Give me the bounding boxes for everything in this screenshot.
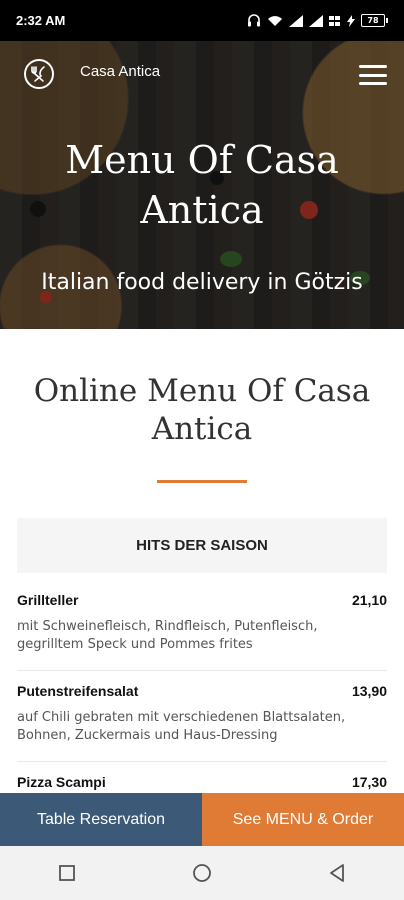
signal-icon — [289, 14, 303, 27]
hero-banner: Casa Antica Menu Of Casa Antica Italian … — [0, 41, 404, 329]
menu-item[interactable]: Putenstreifensalat 13,90 auf Chili gebra… — [17, 671, 387, 762]
accent-divider — [157, 480, 247, 483]
lte-icon — [329, 15, 340, 26]
top-nav: Casa Antica — [0, 41, 404, 107]
hamburger-menu-icon[interactable] — [359, 65, 387, 85]
status-bar: 2:32 AM 78 — [0, 0, 404, 41]
fork-knife-icon — [31, 66, 45, 82]
battery-level: 78 — [361, 14, 385, 27]
hero-subtitle: Italian food delivery in Götzis — [41, 270, 363, 295]
item-price: 13,90 — [351, 683, 387, 699]
item-price: 17,30 — [351, 774, 387, 790]
status-icons: 78 — [247, 14, 388, 27]
item-description: auf Chili gebraten mit verschiedenen Bla… — [17, 710, 346, 743]
item-name: Grillteller — [17, 592, 79, 608]
restaurant-logo-icon[interactable] — [24, 59, 54, 89]
category-label: HITS DER SAISON — [136, 537, 268, 554]
signal-icon — [309, 14, 323, 27]
headphones-icon — [248, 14, 260, 27]
hero-title: Menu Of Casa Antica — [65, 138, 339, 232]
category-header[interactable]: HITS DER SAISON — [17, 518, 387, 573]
battery-icon: 78 — [361, 14, 388, 27]
nav-back-icon[interactable] — [307, 853, 367, 893]
nav-home-icon[interactable] — [172, 853, 232, 893]
bottom-action-bar: Table Reservation See MENU & Order — [0, 793, 404, 846]
section-title: Online Menu Of Casa Antica — [33, 373, 371, 447]
item-description: mit Schweinefleisch, Rindfleisch, Putenf… — [17, 619, 318, 652]
see-menu-order-button[interactable]: See MENU & Order — [202, 793, 404, 846]
table-reservation-button[interactable]: Table Reservation — [0, 793, 202, 846]
menu-item[interactable]: Grillteller 21,10 mit Schweinefleisch, R… — [17, 580, 387, 671]
brand-name[interactable]: Casa Antica — [80, 63, 160, 80]
item-name: Putenstreifensalat — [17, 683, 139, 699]
charging-icon — [347, 14, 355, 27]
system-nav-bar — [0, 846, 404, 900]
nav-recents-icon[interactable] — [37, 853, 97, 893]
item-name: Pizza Scampi — [17, 774, 106, 790]
wifi-icon — [268, 15, 282, 26]
status-time: 2:32 AM — [16, 13, 66, 28]
item-price: 21,10 — [351, 592, 387, 608]
